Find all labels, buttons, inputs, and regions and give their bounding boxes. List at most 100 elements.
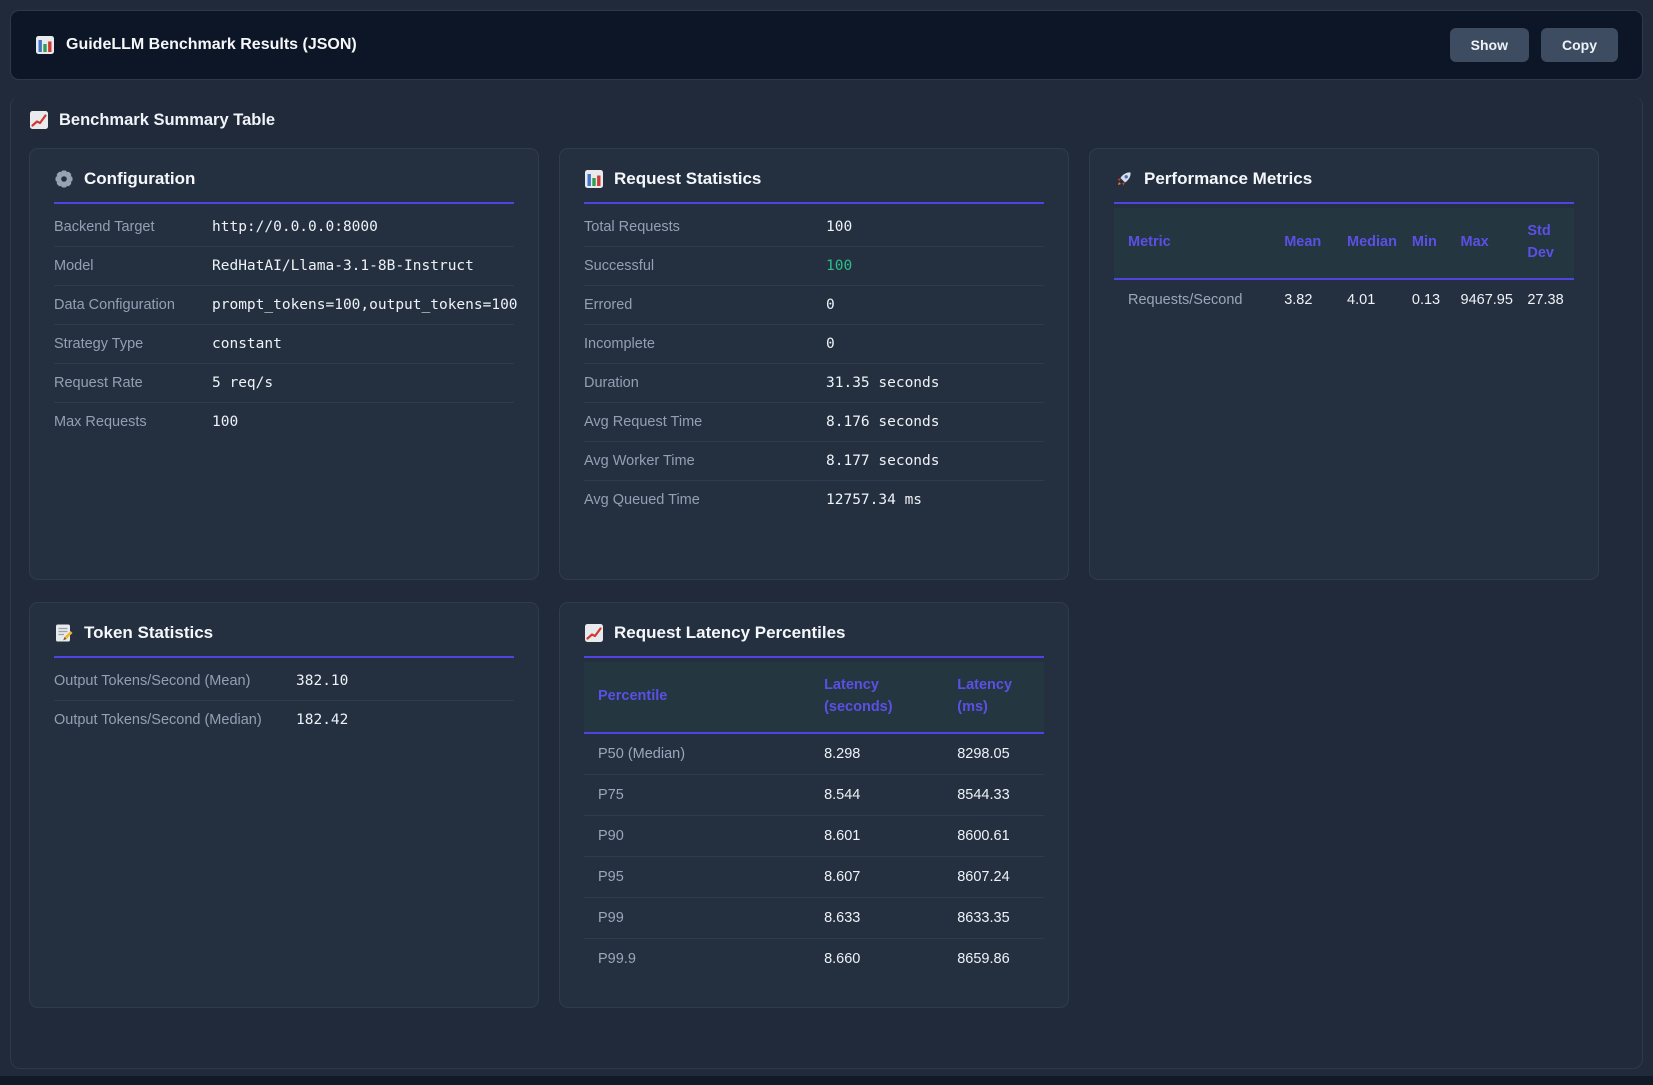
copy-button[interactable]: Copy: [1541, 28, 1618, 62]
table-cell: P99: [584, 897, 824, 938]
table-cell: 9467.95: [1461, 279, 1528, 320]
token-statistics-accent-rule: [54, 656, 514, 658]
kv-value: 12757.34 ms: [826, 492, 1044, 508]
kv-row: Successful100: [584, 246, 1044, 285]
performance-metrics-title-text: Performance Metrics: [1144, 169, 1312, 189]
kv-row: Duration31.35 seconds: [584, 363, 1044, 402]
table-row: P50 (Median)8.2988298.05: [584, 733, 1044, 775]
table-cell: 8600.61: [957, 815, 1044, 856]
kv-value: RedHatAI/Llama-3.1-8B-Instruct: [212, 258, 514, 274]
configuration-card: Configuration Backend Targethttp://0.0.0…: [29, 148, 539, 580]
section-heading: Benchmark Summary Table: [29, 110, 1624, 130]
table-header-cell: Latency (ms): [957, 662, 1044, 733]
chart-increasing-icon: [584, 623, 604, 643]
cards-row-bottom: Token Statistics Output Tokens/Second (M…: [29, 602, 1624, 1008]
kv-value: 182.42: [296, 712, 514, 728]
kv-value: 100: [212, 414, 514, 430]
table-header-row: MetricMeanMedianMinMaxStd Dev: [1114, 208, 1574, 279]
table-cell: 4.01: [1347, 279, 1412, 320]
kv-label: Strategy Type: [54, 336, 212, 352]
kv-row: Backend Targethttp://0.0.0.0:8000: [54, 208, 514, 246]
latency-percentiles-card: Request Latency Percentiles PercentileLa…: [559, 602, 1069, 1008]
configuration-kv-list: Backend Targethttp://0.0.0.0:8000ModelRe…: [54, 208, 514, 441]
table-cell: 8607.24: [957, 856, 1044, 897]
table-header-cell: Metric: [1114, 208, 1284, 279]
token-statistics-card: Token Statistics Output Tokens/Second (M…: [29, 602, 539, 1008]
configuration-accent-rule: [54, 202, 514, 204]
kv-value: 8.177 seconds: [826, 453, 1044, 469]
kv-value: http://0.0.0.0:8000: [212, 219, 514, 235]
kv-label: Duration: [584, 375, 826, 391]
kv-value: 8.176 seconds: [826, 414, 1044, 430]
table-cell: 27.38: [1527, 279, 1574, 320]
table-row: P958.6078607.24: [584, 856, 1044, 897]
header-bar: GuideLLM Benchmark Results (JSON) Show C…: [10, 10, 1643, 80]
gear-icon: [54, 169, 74, 189]
kv-label: Avg Queued Time: [584, 492, 826, 508]
table-header-row: PercentileLatency (seconds)Latency (ms): [584, 662, 1044, 733]
kv-row: Errored0: [584, 285, 1044, 324]
kv-row: ModelRedHatAI/Llama-3.1-8B-Instruct: [54, 246, 514, 285]
token-statistics-kv-list: Output Tokens/Second (Mean)382.10Output …: [54, 662, 514, 739]
table-header-cell: Std Dev: [1527, 208, 1574, 279]
table-row: P998.6338633.35: [584, 897, 1044, 938]
table-cell: 8.601: [824, 815, 957, 856]
kv-label: Max Requests: [54, 414, 212, 430]
table-cell: 3.82: [1284, 279, 1347, 320]
table-cell: 8298.05: [957, 733, 1044, 775]
latency-percentiles-title-text: Request Latency Percentiles: [614, 623, 845, 643]
table-cell: P90: [584, 815, 824, 856]
kv-label: Avg Request Time: [584, 414, 826, 430]
kv-row: Output Tokens/Second (Mean)382.10: [54, 662, 514, 700]
table-header-cell: Min: [1412, 208, 1461, 279]
table-header-cell: Mean: [1284, 208, 1347, 279]
performance-metrics-card: Performance Metrics MetricMeanMedianMinM…: [1089, 148, 1599, 580]
latency-percentiles-table: PercentileLatency (seconds)Latency (ms)P…: [584, 662, 1044, 979]
configuration-title-text: Configuration: [84, 169, 195, 189]
show-button[interactable]: Show: [1450, 28, 1529, 62]
kv-value: 100: [826, 258, 1044, 274]
kv-row: Data Configurationprompt_tokens=100,outp…: [54, 285, 514, 324]
chart-increasing-icon: [29, 110, 49, 130]
request-statistics-card: Request Statistics Total Requests100Succ…: [559, 148, 1069, 580]
table-cell: 8.633: [824, 897, 957, 938]
kv-label: Request Rate: [54, 375, 212, 391]
table-cell: 8.298: [824, 733, 957, 775]
table-cell: P99.9: [584, 938, 824, 979]
kv-row: Avg Worker Time8.177 seconds: [584, 441, 1044, 480]
table-cell: 8544.33: [957, 774, 1044, 815]
table-header-cell: Max: [1461, 208, 1528, 279]
header-title-group: GuideLLM Benchmark Results (JSON): [35, 35, 357, 55]
kv-row: Output Tokens/Second (Median)182.42: [54, 700, 514, 739]
kv-label: Errored: [584, 297, 826, 313]
table-row: P908.6018600.61: [584, 815, 1044, 856]
table-cell: 8.544: [824, 774, 957, 815]
kv-row: Avg Request Time8.176 seconds: [584, 402, 1044, 441]
kv-value: prompt_tokens=100,output_tokens=100: [212, 297, 518, 313]
kv-row: Total Requests100: [584, 208, 1044, 246]
memo-icon: [54, 623, 74, 643]
table-cell: P95: [584, 856, 824, 897]
table-row: P99.98.6608659.86: [584, 938, 1044, 979]
kv-label: Output Tokens/Second (Median): [54, 712, 296, 728]
configuration-card-title: Configuration: [54, 169, 514, 189]
kv-label: Successful: [584, 258, 826, 274]
table-row: P758.5448544.33: [584, 774, 1044, 815]
section-title: Benchmark Summary Table: [59, 111, 275, 130]
table-header-cell: Percentile: [584, 662, 824, 733]
bottom-strip: [0, 1076, 1653, 1085]
table-cell: 8.607: [824, 856, 957, 897]
kv-row: Max Requests100: [54, 402, 514, 441]
table-row: Requests/Second3.824.010.139467.9527.38: [1114, 279, 1574, 320]
performance-metrics-accent-rule: [1114, 202, 1574, 204]
page-title: GuideLLM Benchmark Results (JSON): [66, 36, 357, 54]
kv-row: Strategy Typeconstant: [54, 324, 514, 363]
cards-row-top: Configuration Backend Targethttp://0.0.0…: [29, 148, 1624, 580]
kv-value: constant: [212, 336, 514, 352]
kv-value: 0: [826, 297, 1044, 313]
kv-row: Incomplete0: [584, 324, 1044, 363]
table-header-cell: Latency (seconds): [824, 662, 957, 733]
kv-value: 5 req/s: [212, 375, 514, 391]
table-cell: P75: [584, 774, 824, 815]
request-statistics-kv-list: Total Requests100Successful100Errored0In…: [584, 208, 1044, 519]
